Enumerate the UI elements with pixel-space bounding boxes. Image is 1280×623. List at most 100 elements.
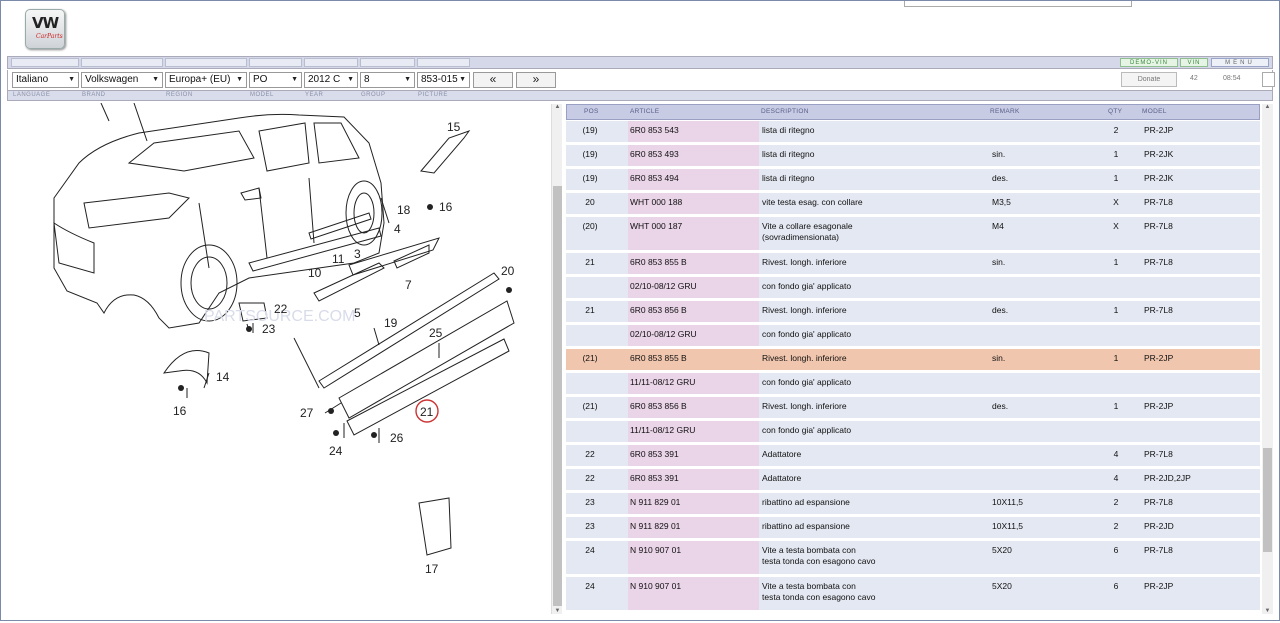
callout-21[interactable]: 21 (420, 405, 434, 419)
donate-button[interactable]: Donate (1121, 72, 1177, 87)
callout-5[interactable]: 5 (354, 306, 361, 320)
callout-23[interactable]: 23 (262, 322, 276, 336)
callout-26[interactable]: 26 (390, 431, 404, 445)
region-value: Europa+ (EU) (169, 74, 231, 85)
table-row[interactable]: (21) 6R0 853 856 B Rivest. longh. inferior… (566, 397, 1260, 421)
group-select[interactable]: 8 ▼ (360, 72, 415, 88)
demo-vin-button[interactable]: DEMO-VIN (1120, 58, 1178, 67)
cell-model: PR-2JP (1144, 353, 1174, 363)
scroll-down-icon[interactable]: ▼ (1263, 608, 1272, 614)
table-row[interactable]: (21) 6R0 853 855 B Rivest. longh. inferior… (566, 349, 1260, 373)
model-select[interactable]: PO ▼ (249, 72, 302, 88)
options-checkbox[interactable] (1262, 72, 1275, 87)
callout-25[interactable]: 25 (429, 326, 443, 340)
col-article-header: ARTICLE (630, 108, 660, 115)
table-row[interactable]: 11/11-08/12 GRU con fondo gia' applicato (566, 373, 1260, 397)
cell-pos: (20) (582, 221, 598, 231)
table-row[interactable]: 21 6R0 853 856 B Rivest. longh. inferiore d… (566, 301, 1260, 325)
table-row[interactable]: 24 N 910 907 01 Vite a testa bombata con t… (566, 577, 1260, 613)
table-row[interactable]: 11/11-08/12 GRU con fondo gia' applicato (566, 421, 1260, 445)
table-row[interactable]: 22 6R0 853 391 Adattatore 4 PR-2JD,2JP (566, 469, 1260, 493)
col-pos-header: POS (584, 108, 599, 115)
callout-17[interactable]: 17 (425, 562, 439, 576)
app-window: VW CarParts DEMO-VIN VIN MENU Italiano ▼ … (0, 0, 1280, 621)
header-cell (249, 58, 302, 67)
menu-button[interactable]: MENU (1211, 58, 1269, 67)
table-row[interactable]: (20) WHT 000 187 Vite a collare esagonale … (566, 217, 1260, 253)
cell-article: N 910 907 01 (630, 581, 682, 591)
callout-24[interactable]: 24 (329, 444, 343, 458)
app-logo[interactable]: VW CarParts (25, 9, 65, 49)
callout-16b[interactable]: 16 (173, 404, 187, 418)
table-scrollbar-thumb[interactable] (1263, 448, 1272, 552)
cell-remark: M3,5 (992, 197, 1011, 207)
table-row[interactable]: 02/10-08/12 GRU con fondo gia' applicato (566, 325, 1260, 349)
table-scrollbar[interactable]: ▲ ▼ (1262, 104, 1273, 614)
scroll-up-icon[interactable]: ▲ (1263, 104, 1272, 110)
language-select[interactable]: Italiano ▼ (12, 72, 79, 88)
callout-27[interactable]: 27 (300, 406, 314, 420)
cell-pos: 22 (585, 473, 595, 483)
callout-22[interactable]: 22 (274, 302, 288, 316)
parts-diagram[interactable]: PARTSOURCE.COM 15 16 18 4 7 20 3 11 10 5… (9, 102, 546, 618)
col-remark-header: REMARK (990, 108, 1020, 115)
year-select[interactable]: 2012 C ▼ (304, 72, 358, 88)
table-row[interactable]: (19) 6R0 853 543 lista di ritegno 2 PR-2JP (566, 121, 1260, 145)
table-row[interactable]: 21 6R0 853 855 B Rivest. longh. inferiore s… (566, 253, 1260, 277)
cell-pos: (19) (582, 125, 598, 135)
cell-qty: 1 (1113, 257, 1119, 267)
parts-table: POS ARTICLE DESCRIPTION REMARK QTY MODEL… (566, 104, 1260, 614)
diagram-scrollbar[interactable]: ▲ ▼ (551, 104, 562, 614)
callout-11[interactable]: 11 (332, 252, 345, 266)
table-row[interactable]: 24 N 910 907 01 Vite a testa bombata con t… (566, 541, 1260, 577)
table-row[interactable]: (19) 6R0 853 494 lista di ritegno des. 1 PR-2… (566, 169, 1260, 193)
callout-10[interactable]: 10 (308, 266, 322, 280)
cell-pos: 24 (585, 581, 595, 591)
callout-15[interactable]: 15 (447, 120, 461, 134)
cell-remark: 5X20 (992, 545, 1012, 555)
cell-model: PR-2JK (1144, 149, 1174, 159)
scroll-up-icon[interactable]: ▲ (553, 104, 562, 110)
callout-16a[interactable]: 16 (439, 200, 453, 214)
callout-4[interactable]: 4 (394, 222, 401, 236)
table-row[interactable]: (19) 6R0 853 493 lista di ritegno sin. 1 PR-2… (566, 145, 1260, 169)
table-row[interactable]: 22 6R0 853 391 Adattatore 4 PR-7L8 (566, 445, 1260, 469)
table-row[interactable]: 02/10-08/12 GRU con fondo gia' applicato (566, 277, 1260, 301)
group-label: GROUP (361, 92, 386, 98)
cell-qty: 4 (1113, 449, 1119, 459)
chevron-down-icon: ▼ (68, 76, 75, 83)
diagram-scrollbar-thumb[interactable] (553, 186, 562, 606)
chevron-down-icon: ▼ (152, 76, 159, 83)
vin-button[interactable]: VIN (1180, 58, 1208, 67)
picture-select[interactable]: 853-015 ▼ (417, 72, 470, 88)
cell-remark: sin. (992, 149, 1006, 159)
callout-20[interactable]: 20 (501, 264, 515, 278)
callout-18[interactable]: 18 (397, 203, 411, 217)
callout-19[interactable]: 19 (384, 316, 398, 330)
callout-14[interactable]: 14 (216, 370, 230, 384)
brand-select[interactable]: Volkswagen ▼ (81, 72, 163, 88)
table-row[interactable]: 23 N 911 829 01 ribattino ad espansione 10X… (566, 517, 1260, 541)
region-select[interactable]: Europa+ (EU) ▼ (165, 72, 247, 88)
col-qty-header: QTY (1108, 108, 1123, 115)
cell-qty: X (1113, 197, 1119, 207)
scroll-down-icon[interactable]: ▼ (553, 608, 562, 614)
cell-remark: des. (992, 401, 1009, 411)
time-indicator: 08:54 (1223, 75, 1241, 82)
table-row[interactable]: 20 WHT 000 188 vite testa esag. con collar… (566, 193, 1260, 217)
next-picture-button[interactable]: » (516, 72, 556, 88)
cell-description: Rivest. longh. inferiore (762, 257, 847, 267)
callout-7[interactable]: 7 (405, 278, 412, 292)
header-cell (165, 58, 247, 67)
cell-article: N 911 829 01 (630, 497, 681, 507)
callout-3[interactable]: 3 (354, 247, 361, 261)
chevron-down-icon: ▼ (347, 76, 354, 83)
logo-text: VW (32, 14, 59, 32)
chevron-down-icon: ▼ (291, 76, 298, 83)
prev-picture-button[interactable]: « (473, 72, 513, 88)
header-cell (304, 58, 358, 67)
language-value: Italiano (16, 74, 49, 85)
cell-description: Vite a testa bombata con testa tonda con… (762, 545, 876, 566)
cell-article: 6R0 853 391 (630, 473, 679, 483)
table-row[interactable]: 23 N 911 829 01 ribattino ad espansione 10X… (566, 493, 1260, 517)
